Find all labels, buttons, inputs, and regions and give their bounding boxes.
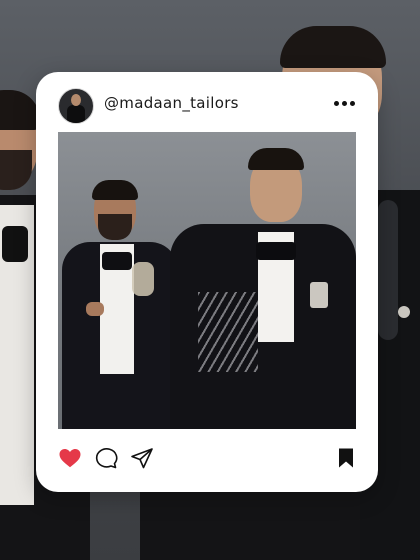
model-right-sequin-detail — [198, 292, 258, 372]
comment-bubble-icon[interactable] — [94, 446, 118, 470]
bg-right-man-brooch — [398, 306, 410, 318]
model-left-embroidery — [132, 262, 154, 296]
post-header: @madaan_tailors — [36, 72, 378, 132]
more-options-icon[interactable] — [332, 94, 358, 112]
avatar[interactable] — [58, 88, 94, 124]
bookmark-icon[interactable] — [334, 446, 358, 470]
bg-left-man-hair — [0, 90, 40, 130]
bg-left-man-beard — [0, 150, 32, 190]
model-left-hair — [92, 180, 138, 200]
avatar-figure-head — [71, 94, 81, 106]
model-right-hair — [248, 148, 304, 170]
model-right-brooch — [310, 282, 328, 308]
bg-left-man-bowtie — [2, 226, 28, 262]
bg-bottom-suit — [140, 480, 360, 560]
post-photo[interactable] — [58, 132, 356, 429]
avatar-figure-body — [67, 105, 85, 123]
bg-right-man-hair — [280, 26, 386, 68]
send-arrow-icon[interactable] — [130, 446, 154, 470]
model-left-beard — [98, 214, 132, 240]
model-right-bowtie — [256, 242, 296, 260]
model-left-hand — [86, 302, 104, 316]
heart-icon[interactable] — [58, 446, 82, 470]
post-card: @madaan_tailors — [36, 72, 378, 492]
post-actions-bar — [36, 438, 378, 478]
bg-right-man-lapel — [378, 200, 398, 340]
model-left-bowtie — [102, 252, 132, 270]
username[interactable]: @madaan_tailors — [104, 94, 239, 112]
